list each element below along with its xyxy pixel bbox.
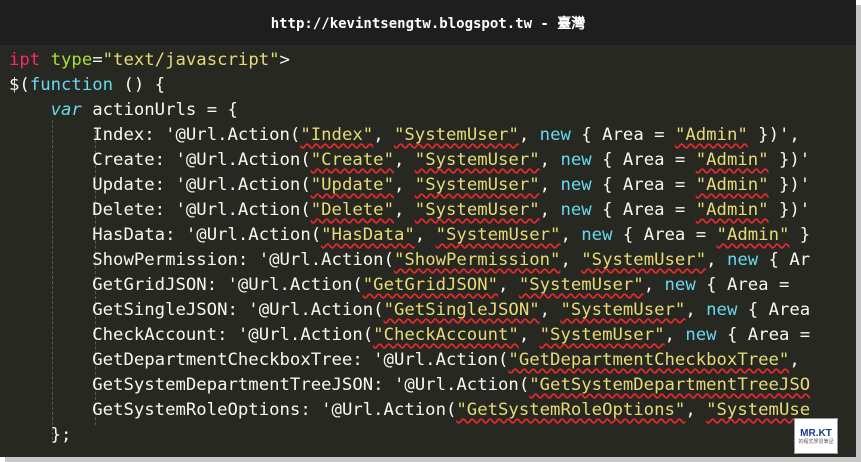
- code-line-entry: HasData: '@Url.Action("HasData", "System…: [92, 225, 811, 245]
- code-line-entry: ShowPermission: '@Url.Action("ShowPermis…: [92, 250, 811, 270]
- code-line-var: var actionUrls = {: [50, 100, 238, 120]
- code-line-entry: Delete: '@Url.Action("Delete", "SystemUs…: [92, 200, 811, 220]
- mr-kt-logo: MR.KT 的程式學習筆記: [794, 418, 838, 454]
- code-line-entry: Index: '@Url.Action("Index", "SystemUser…: [92, 125, 800, 145]
- watermark-banner: http://kevintsengtw.blogspot.tw - 臺灣: [0, 0, 856, 45]
- code-line-close: };: [50, 425, 72, 445]
- frame-shadow-right: [856, 5, 861, 462]
- code-line-function: $(function () {: [9, 75, 166, 95]
- code-line-entry: Create: '@Url.Action("Create", "SystemUs…: [92, 150, 811, 170]
- code-line-script-tag: ipt type="text/javascript">: [9, 50, 290, 70]
- code-line-entry: CheckAccount: '@Url.Action("CheckAccount…: [92, 325, 811, 345]
- code-line-entry: GetSystemRoleOptions: '@Url.Action("GetS…: [92, 400, 811, 420]
- code-line-entry: GetSystemDepartmentTreeJSON: '@Url.Actio…: [92, 375, 811, 395]
- frame-shadow-bottom: [5, 457, 861, 462]
- code-line-entry: GetDepartmentCheckboxTree: '@Url.Action(…: [92, 350, 811, 370]
- code-line-entry: Update: '@Url.Action("Update", "SystemUs…: [92, 175, 811, 195]
- code-screenshot-frame: http://kevintsengtw.blogspot.tw - 臺灣 ipt…: [0, 0, 856, 457]
- code-line-entry: GetGridJSON: '@Url.Action("GetGridJSON",…: [92, 275, 790, 295]
- code-block: ipt type="text/javascript"> $(function ()…: [9, 48, 810, 448]
- code-line-entry: GetSingleJSON: '@Url.Action("GetSingleJS…: [92, 300, 811, 320]
